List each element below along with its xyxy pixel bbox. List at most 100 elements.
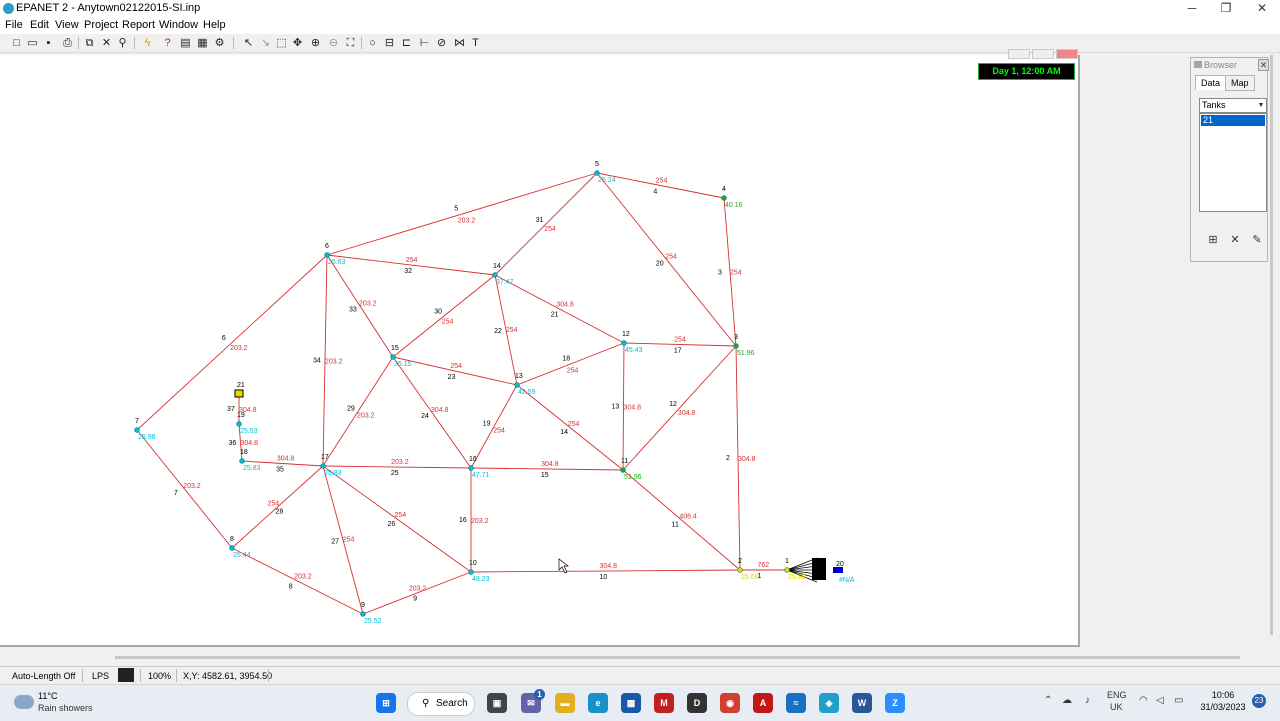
close-button[interactable]: ✕ (1245, 0, 1279, 17)
edge-browser-icon[interactable]: e (588, 693, 608, 713)
vertical-scrollbar[interactable] (1270, 55, 1273, 635)
epanet-taskbar-icon[interactable]: ◈ (819, 693, 839, 713)
menu-project[interactable]: Project (84, 19, 118, 31)
microphone-icon[interactable]: ♪ (1085, 695, 1090, 706)
wifi-icon[interactable]: ◠ (1139, 695, 1148, 706)
options-icon[interactable]: ⚙ (212, 36, 227, 50)
taskbar-search[interactable]: ⚲ Search (407, 692, 475, 716)
junction-7[interactable] (134, 427, 140, 433)
pipe-10[interactable] (470, 569, 741, 573)
tab-map[interactable]: Map (1225, 75, 1255, 91)
chevron-up-icon[interactable]: ⌃ (1044, 695, 1052, 706)
object-list[interactable]: 21 (1199, 113, 1267, 212)
junction-5[interactable] (594, 170, 600, 176)
pipe-6[interactable] (136, 254, 328, 431)
copy-icon[interactable]: ⧉ (82, 36, 97, 50)
menu-view[interactable]: View (55, 19, 79, 31)
menu-edit[interactable]: Edit (30, 19, 49, 31)
add-pipe-icon[interactable]: ⊢ (417, 36, 432, 50)
add-label-icon[interactable]: T (468, 36, 483, 50)
table-icon[interactable]: ▦ (195, 36, 210, 50)
select-arrow-icon[interactable]: ↖ (241, 36, 256, 50)
junction-13[interactable] (514, 382, 520, 388)
junction-11[interactable] (620, 467, 626, 473)
junction-19[interactable] (236, 421, 242, 427)
auto-length-status[interactable]: Auto-Length Off (12, 671, 75, 681)
add-valve-icon[interactable]: ⋈ (452, 36, 467, 50)
print-icon[interactable]: ⎙ (60, 36, 75, 50)
maximize-button[interactable]: ❐ (1209, 0, 1243, 17)
junction-18[interactable] (239, 458, 245, 464)
add-reservoir-icon[interactable]: ⊟ (382, 36, 397, 50)
save-icon[interactable]: ▪ (41, 36, 56, 50)
junction-12[interactable] (621, 340, 627, 346)
windows-start-icon[interactable]: ⊞ (376, 693, 396, 713)
network-map-window[interactable]: Day 1, 12:00 AM 4 254 5 203.2 31 254 32 254 20 25… (0, 49, 1080, 647)
chevron-down-icon[interactable]: ▼ (1256, 99, 1266, 112)
junction-17[interactable] (320, 463, 326, 469)
word-icon[interactable]: W (852, 693, 872, 713)
system-clock[interactable]: 10:06 31/03/2023 (1199, 690, 1247, 712)
notification-count[interactable]: 23 (1252, 694, 1266, 708)
cloud-icon[interactable]: ☁ (1062, 695, 1072, 706)
volume-icon[interactable]: ◁ (1156, 695, 1164, 706)
pipe-30[interactable] (392, 274, 496, 358)
language-indicator[interactable]: ENG (1107, 690, 1127, 700)
junction-9[interactable] (360, 611, 366, 617)
store-icon[interactable]: ▦ (621, 693, 641, 713)
zoom-out-icon[interactable]: ⊖ (326, 36, 341, 50)
graph-icon[interactable]: ▤ (178, 36, 193, 50)
mcafee-icon[interactable]: M (654, 693, 674, 713)
query-icon[interactable]: ? (160, 36, 175, 50)
file-explorer-icon[interactable]: ▬ (555, 693, 575, 713)
menu-help[interactable]: Help (203, 19, 226, 31)
horizontal-scrollbar[interactable] (115, 656, 1240, 659)
open-folder-icon[interactable]: ▭ (25, 36, 40, 50)
junction-16[interactable] (468, 465, 474, 471)
zoom-in-icon[interactable]: ⊕ (308, 36, 323, 50)
object-category-select[interactable]: Tanks ▼ (1199, 98, 1267, 113)
menu-file[interactable]: File (5, 19, 23, 31)
run-analysis-icon[interactable]: ϟ (140, 36, 155, 50)
water-app-icon[interactable]: ≈ (786, 693, 806, 713)
full-extent-icon[interactable]: ⛶ (343, 36, 358, 50)
dell-icon[interactable]: D (687, 693, 707, 713)
find-icon[interactable]: ⚲ (115, 36, 130, 50)
junction-10[interactable] (468, 569, 474, 575)
junction-8[interactable] (229, 545, 235, 551)
pipe-18[interactable] (516, 342, 625, 386)
browser-close-button[interactable]: ✕ (1258, 59, 1269, 71)
delete-icon[interactable]: ✕ (99, 36, 114, 50)
zoom-app-icon[interactable]: Z (885, 693, 905, 713)
junction-1[interactable] (784, 567, 790, 573)
delete-object-icon[interactable]: ✕ (1228, 234, 1242, 247)
add-object-icon[interactable]: ⊞ (1206, 234, 1220, 247)
network-map[interactable]: 42545203.2 3125432254 202543 25421304.822 25… (0, 55, 1078, 645)
select-vertex-icon[interactable]: ↘ (258, 36, 273, 50)
add-tank-icon[interactable]: ⊏ (399, 36, 414, 50)
select-region-icon[interactable]: ⬚ (274, 36, 289, 50)
pump-station-icon[interactable] (812, 558, 826, 580)
pipe-9[interactable] (362, 571, 472, 615)
junction-15[interactable] (390, 354, 396, 360)
menu-report[interactable]: Report (122, 19, 155, 31)
pdf-reader-icon[interactable]: A (753, 693, 773, 713)
junction-2[interactable] (737, 567, 743, 573)
junction-6[interactable] (324, 252, 330, 258)
pipe-15[interactable] (470, 467, 624, 471)
edit-object-icon[interactable]: ✎ (1250, 234, 1264, 247)
pipe-29[interactable] (322, 356, 394, 467)
pipe-25[interactable] (322, 465, 472, 469)
add-pump-icon[interactable]: ⊘ (434, 36, 449, 50)
pipe-8[interactable] (231, 547, 364, 615)
tab-data[interactable]: Data (1195, 75, 1227, 90)
new-file-icon[interactable]: □ (9, 36, 24, 50)
list-item[interactable]: 21 (1201, 115, 1265, 126)
add-junction-icon[interactable]: ○ (365, 36, 380, 50)
task-view-icon[interactable]: ▣ (487, 693, 507, 713)
battery-icon[interactable]: ▭ (1174, 695, 1183, 706)
tank-icon[interactable] (234, 389, 244, 398)
junction-14[interactable] (492, 272, 498, 278)
pan-icon[interactable]: ✥ (290, 36, 305, 50)
menu-window[interactable]: Window (159, 19, 198, 31)
